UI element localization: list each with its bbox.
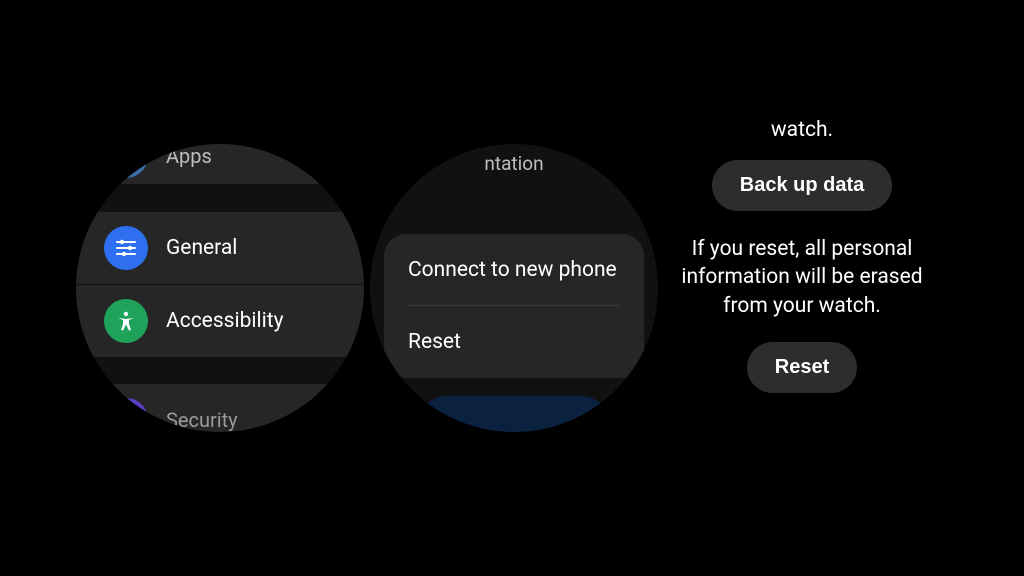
text-fragment-watch: watch. <box>664 118 940 142</box>
apps-label: Apps <box>166 144 212 168</box>
watch-settings-list: Apps General Accessibility Security <box>76 144 364 432</box>
reset-warning-text: If you reset, all personal information w… <box>668 235 936 320</box>
sliders-icon <box>104 226 148 270</box>
option-label: Reset <box>408 330 461 354</box>
option-reset[interactable]: Reset <box>408 306 620 378</box>
lock-icon <box>104 398 148 432</box>
accessibility-label: Accessibility <box>166 309 284 333</box>
security-label: Security <box>166 408 238 432</box>
bottom-peek-card[interactable] <box>420 396 608 432</box>
reset-button[interactable]: Reset <box>747 342 857 393</box>
general-label: General <box>166 236 237 260</box>
settings-item-apps[interactable]: Apps <box>76 144 364 184</box>
settings-item-general[interactable]: General <box>76 212 364 284</box>
accessibility-icon <box>104 299 148 343</box>
stage: Apps General Accessibility Security ntat… <box>0 0 1024 576</box>
top-fragment-text: ntation <box>370 152 658 175</box>
option-label: Connect to new phone <box>408 258 617 282</box>
apps-icon <box>104 144 148 178</box>
watch-reset-confirm: watch. Back up data If you reset, all pe… <box>664 118 940 393</box>
settings-item-security[interactable]: Security <box>76 384 364 432</box>
general-options-card: Connect to new phone Reset <box>384 234 644 378</box>
backup-data-button[interactable]: Back up data <box>712 160 892 211</box>
watch-general-menu: ntation Connect to new phone Reset <box>370 144 658 432</box>
settings-item-accessibility[interactable]: Accessibility <box>76 285 364 357</box>
option-connect-new-phone[interactable]: Connect to new phone <box>408 234 620 306</box>
